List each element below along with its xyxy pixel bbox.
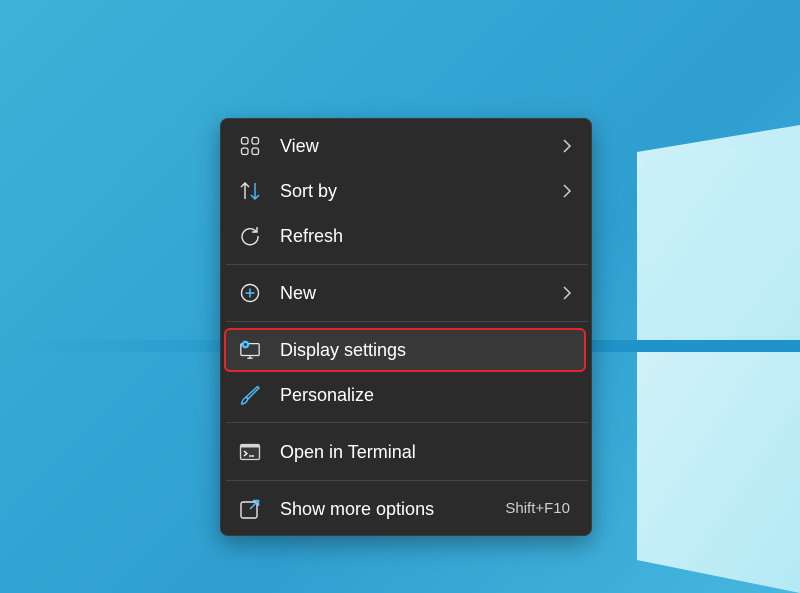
menu-item-new[interactable]: New: [226, 273, 586, 313]
menu-item-label: Open in Terminal: [280, 442, 416, 462]
menu-item-show-more-options[interactable]: Show more options Shift+F10: [226, 489, 586, 529]
menu-item-view[interactable]: View: [226, 126, 586, 166]
desktop-context-menu: View Sort by Refresh New Display setting…: [220, 118, 592, 536]
desktop[interactable]: View Sort by Refresh New Display setting…: [0, 0, 800, 593]
menu-item-personalize[interactable]: Personalize: [226, 375, 586, 415]
menu-item-label: Personalize: [280, 385, 375, 405]
terminal-icon: [239, 441, 261, 463]
view-grid-icon: [239, 135, 261, 157]
refresh-icon: [239, 225, 261, 247]
menu-separator: [226, 480, 588, 481]
menu-separator: [226, 422, 588, 423]
chevron-right-icon: [563, 184, 572, 198]
menu-item-label: Sort by: [280, 181, 338, 201]
sort-arrows-icon: [239, 180, 261, 202]
menu-item-refresh[interactable]: Refresh: [226, 216, 586, 256]
menu-item-label: Refresh: [280, 226, 344, 246]
menu-separator: [226, 264, 588, 265]
keyboard-shortcut: Shift+F10: [505, 500, 570, 517]
chevron-right-icon: [563, 139, 572, 153]
menu-item-label: Show more options: [280, 499, 435, 519]
chevron-right-icon: [563, 286, 572, 300]
show-more-icon: [239, 498, 261, 520]
menu-item-display-settings[interactable]: Display settings: [224, 328, 586, 372]
menu-item-label: View: [280, 136, 319, 156]
menu-item-open-in-terminal[interactable]: Open in Terminal: [226, 432, 586, 472]
menu-item-label: New: [280, 283, 317, 303]
display-settings-icon: [239, 339, 261, 361]
menu-separator: [226, 321, 588, 322]
menu-item-label: Display settings: [280, 340, 407, 360]
plus-circle-icon: [239, 282, 261, 304]
brush-icon: [239, 384, 261, 406]
menu-item-sort-by[interactable]: Sort by: [226, 171, 586, 211]
